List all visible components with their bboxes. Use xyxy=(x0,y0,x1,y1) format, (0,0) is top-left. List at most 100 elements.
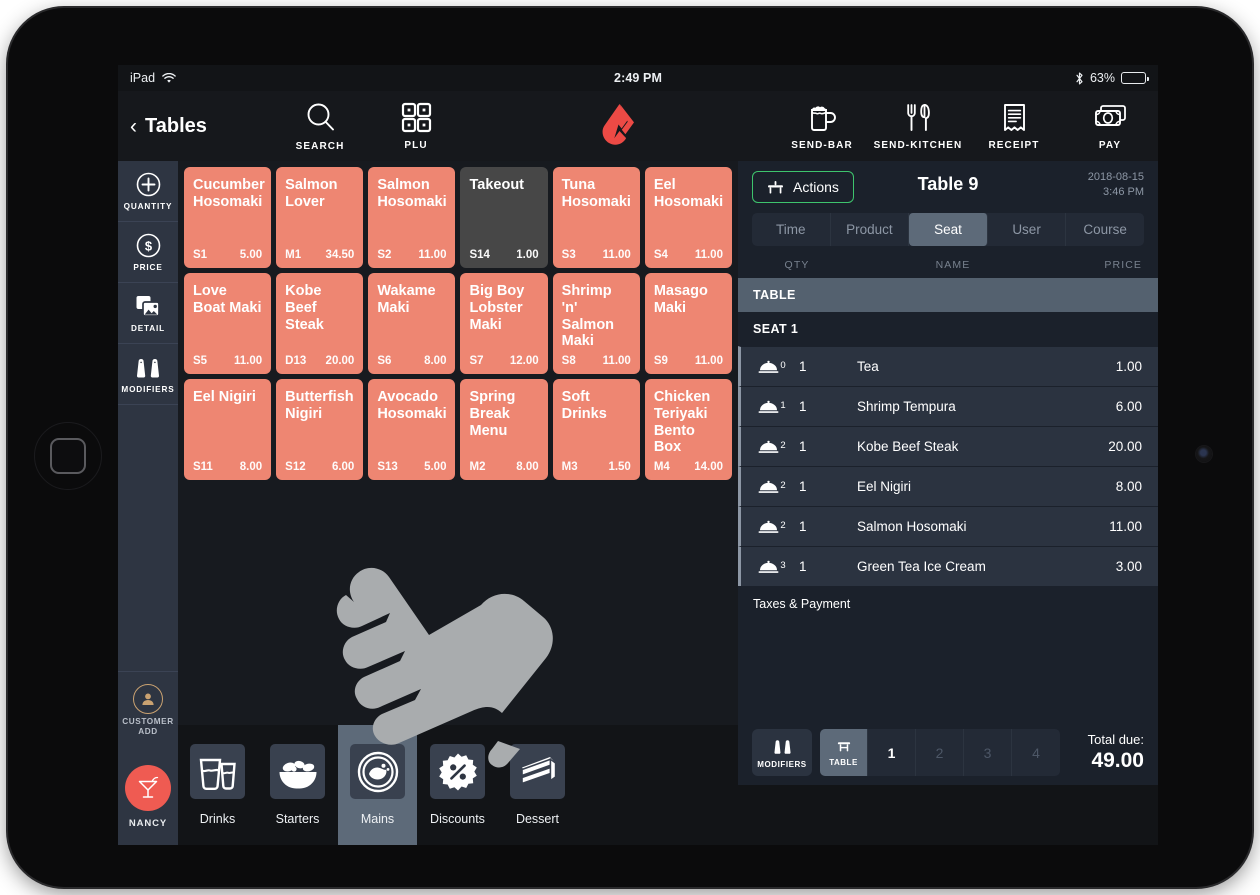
order-column-headers: QTY NAME PRICE xyxy=(738,252,1158,278)
order-tab-user[interactable]: User xyxy=(988,213,1067,246)
customer-add-button[interactable]: CUSTOMER ADD xyxy=(118,671,178,749)
tool-detail-label: DETAIL xyxy=(130,323,166,333)
search-button[interactable]: SEARCH xyxy=(272,101,368,152)
product-tile-footer: M4 14.00 xyxy=(654,461,723,473)
product-tile[interactable]: Wakame Maki S6 8.00 xyxy=(368,273,456,374)
product-tile-price: 34.50 xyxy=(325,249,355,261)
product-tile-code: S4 xyxy=(653,249,668,261)
product-tile-name: Wakame Maki xyxy=(377,283,436,316)
seat-cell-1[interactable]: 1 xyxy=(868,729,916,776)
order-item-row[interactable]: 3 1 Green Tea Ice Cream 3.00 xyxy=(738,546,1158,586)
drinks-glasses-icon xyxy=(190,744,245,799)
product-tile[interactable]: Takeout S14 1.00 xyxy=(460,167,548,268)
person-icon xyxy=(133,683,163,714)
order-item-row[interactable]: 2 1 Eel Nigiri 8.00 xyxy=(738,466,1158,506)
category-tab-dessert[interactable]: Dessert xyxy=(498,725,577,845)
product-tile[interactable]: Cucumber Hosomaki S1 5.00 xyxy=(184,167,272,268)
product-tile[interactable]: Salmon Lover M1 34.50 xyxy=(276,167,364,268)
product-tile[interactable]: Masago Maki S9 11.00 xyxy=(644,273,732,374)
send-kitchen-label: SEND-KITCHEN xyxy=(873,139,963,151)
column-header-qty: QTY xyxy=(784,259,810,271)
order-tab-product[interactable]: Product xyxy=(831,213,910,246)
column-header-price: PRICE xyxy=(1104,259,1142,271)
order-item-row[interactable]: 2 1 Kobe Beef Steak 20.00 xyxy=(738,426,1158,466)
order-item-row[interactable]: 2 1 Salmon Hosomaki 11.00 xyxy=(738,506,1158,546)
product-tile[interactable]: Spring Break Menu M2 8.00 xyxy=(460,379,548,480)
product-tile-code: M1 xyxy=(285,249,302,261)
top-navigation-bar: ‹ Tables SEARCH PLU SEND-BAR SEND-KITCHE… xyxy=(118,91,1158,161)
order-item-row[interactable]: 1 1 Shrimp Tempura 6.00 xyxy=(738,386,1158,426)
product-tile-footer: S13 5.00 xyxy=(377,461,446,473)
pay-button[interactable]: PAY xyxy=(1062,102,1158,151)
product-tile[interactable]: Eel Nigiri S11 8.00 xyxy=(184,379,272,480)
tool-quantity[interactable]: QUANTITY xyxy=(118,161,178,222)
product-tile[interactable]: Chicken Teriyaki Bento Box M4 14.00 xyxy=(644,379,732,480)
product-tile[interactable]: Salmon Hosomaki S2 11.00 xyxy=(368,167,456,268)
course-cloche-icon: 2 xyxy=(741,520,799,534)
order-group-seat[interactable]: SEAT 1 xyxy=(738,312,1158,346)
seat-cell-4[interactable]: 4 xyxy=(1012,729,1060,776)
product-tile-footer: S6 8.00 xyxy=(377,355,446,367)
product-tile[interactable]: Love Boat Maki S5 11.00 xyxy=(184,273,272,374)
category-tab-discounts[interactable]: Discounts xyxy=(418,725,497,845)
taxes-and-payment-row[interactable]: Taxes & Payment xyxy=(738,586,1158,622)
product-tile[interactable]: Big Boy Lobster Maki S7 12.00 xyxy=(460,273,548,374)
category-tab-drinks[interactable]: Drinks xyxy=(178,725,257,845)
course-number: 2 xyxy=(780,519,786,531)
category-tab-mains[interactable]: Mains xyxy=(338,725,417,845)
order-tab-course[interactable]: Course xyxy=(1066,213,1144,246)
tool-detail[interactable]: DETAIL xyxy=(118,283,178,344)
course-number: 2 xyxy=(780,439,786,451)
seat-cell-2[interactable]: 2 xyxy=(916,729,964,776)
order-tab-time[interactable]: Time xyxy=(752,213,831,246)
product-tile-footer: S9 11.00 xyxy=(654,355,723,367)
current-user-button[interactable]: NANCY xyxy=(118,749,178,845)
product-tile[interactable]: Eel Hosomaki S4 11.00 xyxy=(644,167,732,268)
product-tile-name: Butterfish Nigiri xyxy=(285,389,354,422)
product-tile-code: M3 xyxy=(561,461,578,473)
product-tile[interactable]: Kobe Beef Steak D13 20.00 xyxy=(276,273,364,374)
total-due-box: Total due: 49.00 xyxy=(1088,732,1144,773)
product-tile[interactable]: Butterfish Nigiri S12 6.00 xyxy=(276,379,364,480)
product-tile-name: Eel Nigiri xyxy=(193,389,256,405)
product-tile-name: Masago Maki xyxy=(653,283,708,316)
order-timestamp: 2018-08-15 3:46 PM xyxy=(1088,170,1144,200)
chevron-left-icon: ‹ xyxy=(130,114,137,138)
product-tile[interactable]: Tuna Hosomaki S3 11.00 xyxy=(552,167,640,268)
product-tile-price: 11.00 xyxy=(602,249,631,261)
back-to-tables-button[interactable]: ‹ Tables xyxy=(130,115,272,138)
tool-price[interactable]: $ PRICE xyxy=(118,222,178,283)
ipad-screen: iPad 2:49 PM 63% ‹ Tables SEARCH PLU SEN… xyxy=(118,65,1158,845)
product-tile[interactable]: Soft Drinks M3 1.50 xyxy=(552,379,640,480)
product-tile-footer: S14 1.00 xyxy=(469,249,538,261)
tool-modifiers[interactable]: MODIFIERS xyxy=(118,344,178,405)
product-tile[interactable]: Shrimp 'n' Salmon Maki S8 11.00 xyxy=(552,273,640,374)
category-tab-starters[interactable]: Starters xyxy=(258,725,337,845)
receipt-button[interactable]: RECEIPT xyxy=(966,102,1062,151)
plu-button[interactable]: PLU xyxy=(368,102,464,151)
send-bar-button[interactable]: SEND-BAR xyxy=(774,102,870,151)
main-body: QUANTITY $ PRICE DETAIL MODIFIERS CUSTOM… xyxy=(118,161,1158,845)
order-group-table[interactable]: TABLE xyxy=(738,278,1158,312)
home-button[interactable] xyxy=(50,438,86,474)
order-item-row[interactable]: 0 1 Tea 1.00 xyxy=(738,346,1158,386)
category-tab-label: Dessert xyxy=(515,812,560,826)
product-tile-name: Cucumber Hosomaki xyxy=(193,177,265,210)
order-tab-seat[interactable]: Seat xyxy=(909,213,988,246)
product-tile-name: Soft Drinks xyxy=(561,389,607,422)
stool-icon xyxy=(837,741,850,751)
category-tab-label: Drinks xyxy=(199,812,236,826)
receipt-label: RECEIPT xyxy=(988,139,1040,151)
footer-modifiers-button[interactable]: MODIFIERS xyxy=(752,729,812,776)
seat-selector-table[interactable]: TABLE xyxy=(820,729,868,776)
page-indicator-dot[interactable] xyxy=(458,701,465,708)
send-kitchen-button[interactable]: SEND-KITCHEN xyxy=(870,102,966,151)
product-tile[interactable]: Avocado Hosomaki S13 5.00 xyxy=(368,379,456,480)
order-item-qty: 1 xyxy=(799,479,807,494)
product-tile-name: Tuna Hosomaki xyxy=(561,177,631,210)
lightspeed-flame-logo xyxy=(464,103,774,149)
product-tile-name: Avocado Hosomaki xyxy=(377,389,447,422)
product-tile-name: Chicken Teriyaki Bento Box xyxy=(653,389,711,456)
product-tile-price: 11.00 xyxy=(694,355,723,367)
seat-cell-3[interactable]: 3 xyxy=(964,729,1012,776)
